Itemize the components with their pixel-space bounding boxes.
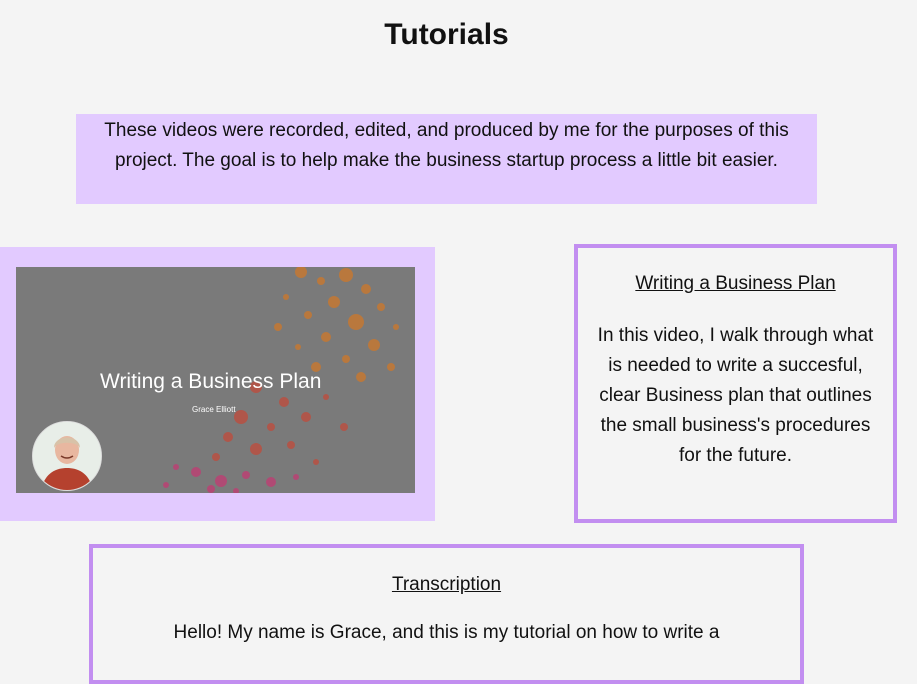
transcription-heading: Transcription: [391, 574, 502, 595]
slide-author: Grace Elliott: [192, 405, 236, 414]
video-description-card: Writing a Business Plan In this video, I…: [574, 244, 897, 523]
page-title: Tutorials: [384, 18, 509, 51]
video-description-text: In this video, I walk through what is ne…: [597, 325, 874, 466]
intro-text: These videos were recorded, edited, and …: [76, 114, 817, 204]
video-panel: Writing a Business Plan Grace Elliott: [0, 247, 435, 521]
video-player[interactable]: Writing a Business Plan Grace Elliott: [16, 267, 415, 493]
presenter-avatar: [32, 421, 102, 491]
slide-title: Writing a Business Plan: [100, 370, 322, 393]
video-title-heading: Writing a Business Plan: [635, 273, 836, 294]
transcription-card: Transcription Hello! My name is Grace, a…: [89, 544, 804, 684]
transcription-text: Hello! My name is Grace, and this is my …: [173, 622, 720, 643]
